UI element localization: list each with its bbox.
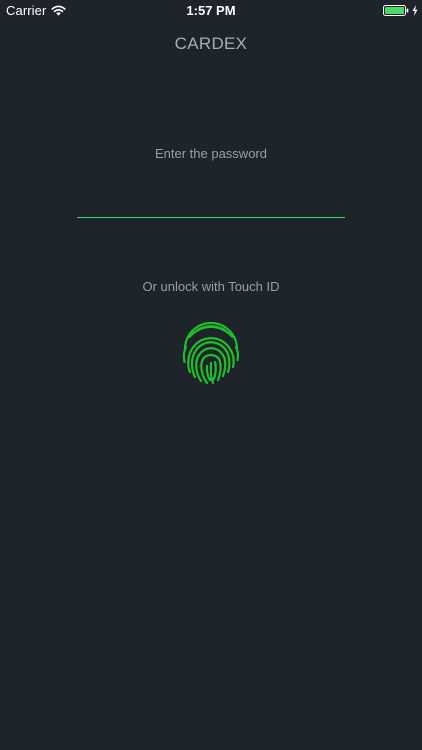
charging-bolt-icon [412, 5, 418, 16]
app-title: CARDEX [174, 34, 248, 53]
password-label: Enter the password [154, 146, 267, 161]
battery-indicator [383, 5, 418, 16]
fingerprint-icon [182, 322, 240, 385]
status-bar: Carrier 1:57 PM [0, 0, 422, 22]
touch-id-label: Or unlock with Touch ID [142, 279, 280, 294]
touch-id-button[interactable] [180, 322, 242, 386]
status-time: 1:57 PM [186, 3, 236, 18]
battery-icon [383, 5, 409, 16]
password-field[interactable] [77, 192, 345, 218]
battery-fill [385, 7, 404, 14]
